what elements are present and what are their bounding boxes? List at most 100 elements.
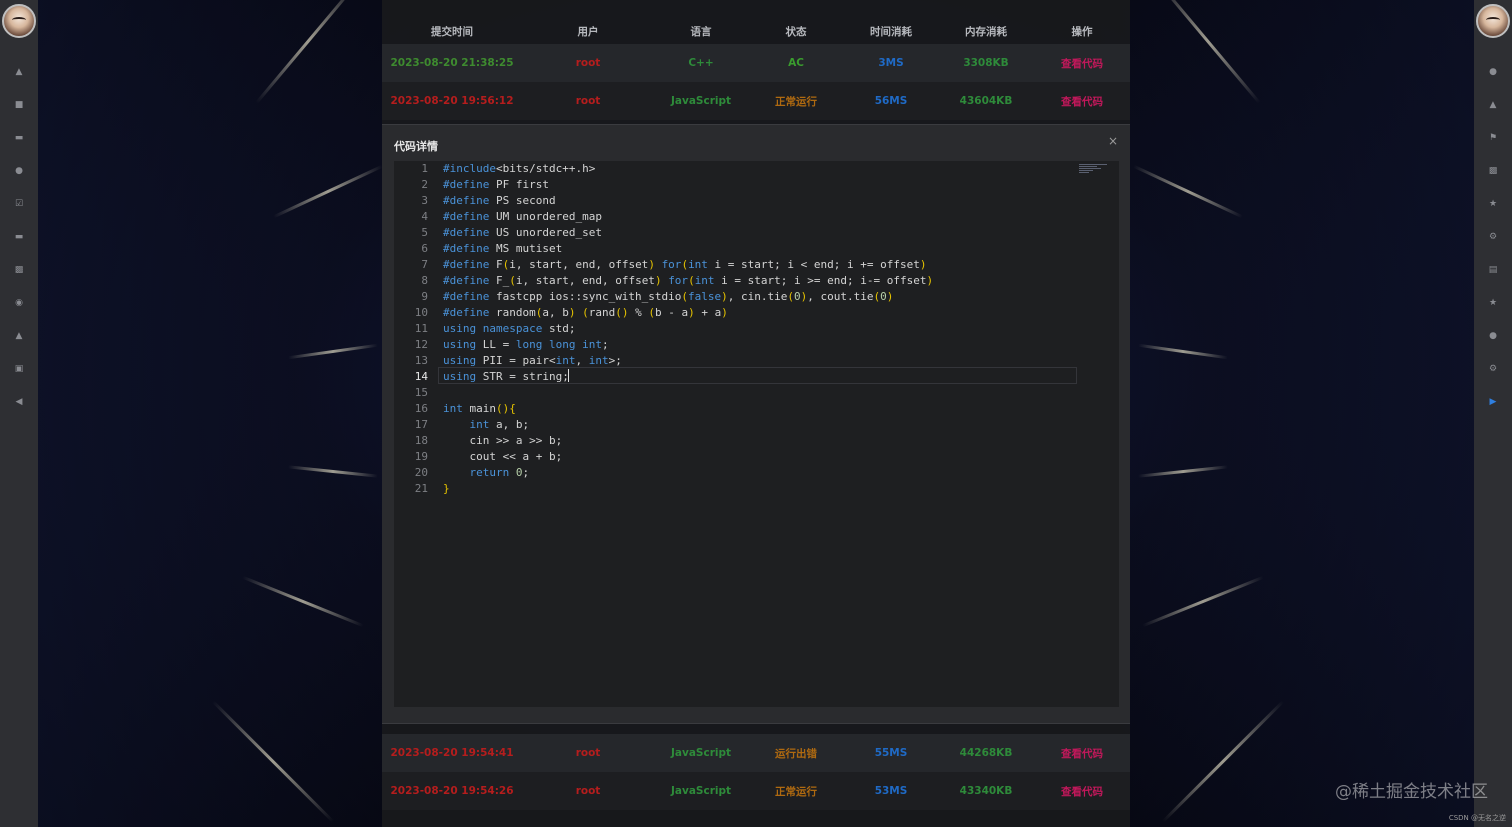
status: 正常运行 (775, 95, 817, 108)
column-header-status: 状态 (785, 25, 807, 38)
column-header-submit-time: 提交时间 (431, 25, 473, 38)
code-line: 14 using STR = string; (394, 369, 1084, 385)
chat-icon[interactable]: ▣ (0, 353, 38, 386)
code-line: 6 #define MS mutiset (394, 241, 1084, 257)
line-number: 8 (421, 274, 428, 287)
line-number: 11 (414, 322, 428, 335)
submit-time: 2023-08-20 19:54:26 (390, 785, 514, 797)
code-line: 12 using LL = long long int; (394, 337, 1084, 353)
user-name: root (575, 747, 601, 759)
view-code-link[interactable]: 查看代码 (1034, 734, 1130, 772)
line-number: 1 (421, 162, 428, 175)
monitor-icon[interactable]: ▬ (0, 221, 38, 254)
code-line: 11 using namespace std; (394, 321, 1084, 337)
code-text: #define UM unordered_map (443, 210, 602, 223)
close-icon[interactable]: × (1108, 134, 1118, 148)
line-number: 14 (414, 370, 428, 383)
memory: 43340KB (959, 785, 1013, 797)
code-text: #define MS mutiset (443, 242, 563, 255)
column-header-action: 操作 (1071, 25, 1093, 38)
table-header: 提交时间 用户 语言 状态 时间消耗 内存消耗 操作 (382, 20, 1130, 42)
watermark: @稀土掘金技术社区 (1335, 782, 1488, 802)
code-line: 19 cout << a + b; (394, 449, 1084, 465)
code-text: #define PS second (443, 194, 556, 207)
avatar[interactable] (2, 4, 36, 38)
user-icon[interactable]: ● (1474, 320, 1512, 353)
status: 运行出错 (775, 747, 817, 760)
background-glow-left (38, 0, 418, 827)
code-text: #include<bits/stdc++.h> (443, 162, 596, 175)
code-line: 15 (394, 385, 1084, 401)
code-text: using STR = string; (443, 370, 569, 383)
code-line: 21} (394, 481, 1084, 497)
user-name: root (575, 785, 601, 797)
checklist-icon[interactable]: ☑ (0, 188, 38, 221)
home-icon[interactable]: ▲ (0, 56, 38, 89)
language: C++ (688, 57, 714, 69)
cloud-upload-icon[interactable]: ▲ (0, 320, 38, 353)
table-row: 2023-08-20 19:54:41 root JavaScript 运行出错… (382, 734, 1130, 772)
code-text: #define US unordered_set (443, 226, 602, 239)
code-line: 9 #define fastcpp ios::sync_with_stdio(fa… (394, 289, 1084, 305)
settings-icon[interactable]: ⚙ (1474, 221, 1512, 254)
line-number: 10 (414, 306, 428, 319)
credit-text: CSDN @无名之逆 (1448, 814, 1506, 822)
table-row: 2023-08-20 21:38:25 root C++ AC 3MS 3308… (382, 44, 1130, 82)
expand-right-icon[interactable]: ▶ (1474, 386, 1512, 419)
view-code-link[interactable]: 查看代码 (1034, 82, 1130, 120)
right-sidebar: ● ▲ ⚑ ▩ ★ ⚙ ▤ ★ ● ⚙ ▶ (1474, 0, 1512, 827)
user-icon[interactable]: ● (1474, 56, 1512, 89)
background-glow-right (1094, 0, 1474, 827)
line-number: 12 (414, 338, 428, 351)
collapse-left-icon[interactable]: ◀ (0, 386, 38, 419)
text-cursor (568, 369, 569, 382)
line-number: 5 (421, 226, 428, 239)
code-text: using LL = long long int; (443, 338, 609, 351)
monitor-icon[interactable]: ▬ (0, 122, 38, 155)
runtime: 53MS (874, 785, 908, 797)
code-text: #define PF first (443, 178, 549, 191)
code-line: 20 return 0; (394, 465, 1084, 481)
location-pin-icon[interactable]: ◉ (0, 287, 38, 320)
code-line: 8 #define F_(i, start, end, offset) for(i… (394, 273, 1084, 289)
star-icon[interactable]: ★ (1474, 188, 1512, 221)
dialog-title: 代码详情 (394, 140, 438, 153)
bell-icon[interactable]: ▲ (1474, 89, 1512, 122)
avatar[interactable] (1476, 4, 1510, 38)
status: 正常运行 (775, 785, 817, 798)
code-line: 16 int main(){ (394, 401, 1084, 417)
truck-icon[interactable]: ▩ (1474, 155, 1512, 188)
code-line: 13 using PII = pair<int, int>; (394, 353, 1084, 369)
code-text: #define F(i, start, end, offset) for(int… (443, 258, 927, 271)
submit-time: 2023-08-20 19:56:12 (390, 95, 514, 107)
line-number: 3 (421, 194, 428, 207)
submit-time: 2023-08-20 19:54:41 (390, 747, 514, 759)
view-code-link[interactable]: 查看代码 (1034, 44, 1130, 82)
line-number: 2 (421, 178, 428, 191)
code-text: #define F_(i, start, end, offset) for(in… (443, 274, 934, 287)
column-header-runtime: 时间消耗 (870, 25, 912, 38)
code-text: cout << a + b; (443, 450, 563, 463)
column-header-user: 用户 (577, 25, 599, 38)
language: JavaScript (670, 95, 732, 107)
memory: 3308KB (963, 57, 1009, 69)
gear-icon[interactable]: ⚙ (1474, 353, 1512, 386)
line-number: 13 (414, 354, 428, 367)
view-code-link[interactable]: 查看代码 (1034, 772, 1130, 810)
runtime: 56MS (874, 95, 908, 107)
submit-time: 2023-08-20 21:38:25 (390, 57, 514, 69)
document-icon[interactable]: ■ (0, 89, 38, 122)
clipboard-icon[interactable]: ▤ (1474, 254, 1512, 287)
code-line: 17 int a, b; (394, 417, 1084, 433)
status: AC (788, 57, 804, 69)
code-detail-dialog: 代码详情 × 1 #include<bits/stdc++.h> 2 #define … (382, 124, 1130, 724)
code-text: } (443, 482, 450, 495)
flag-icon[interactable]: ⚑ (1474, 122, 1512, 155)
truck-icon[interactable]: ▩ (0, 254, 38, 287)
user-icon[interactable]: ● (0, 155, 38, 188)
code-editor[interactable]: 1 #include<bits/stdc++.h> 2 #define PF firs… (394, 161, 1119, 707)
line-number: 7 (421, 258, 428, 271)
star-icon[interactable]: ★ (1474, 287, 1512, 320)
code-line: 7 #define F(i, start, end, offset) for(in… (394, 257, 1084, 273)
code-line: 3 #define PS second (394, 193, 1084, 209)
